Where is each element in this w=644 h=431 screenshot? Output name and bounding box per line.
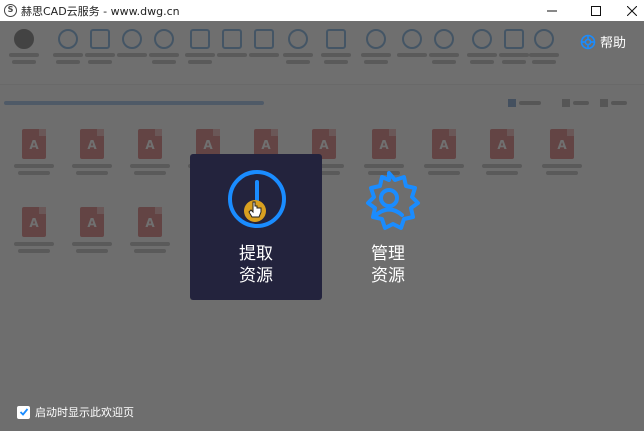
extract-icon [228,170,286,228]
check-icon [19,408,28,416]
show-on-startup-checkbox[interactable] [17,405,30,419]
show-on-startup-option[interactable]: 启动时显示此欢迎页 [17,404,134,420]
maximize-icon [591,5,601,16]
manage-label-line2: 资源 [371,266,405,286]
extract-label-line2: 资源 [239,266,273,286]
show-on-startup-label: 启动时显示此欢迎页 [35,406,134,419]
extract-resources-button[interactable]: 提取 资源 [190,154,322,300]
help-button[interactable]: 帮助 [580,32,626,51]
maximize-button[interactable] [576,0,616,21]
app-icon: S [4,4,17,17]
window-title: 赫思CAD云服务 - www.dwg.cn [21,4,180,18]
minimize-button[interactable] [532,0,572,21]
manage-label-line1: 管理 [371,244,405,264]
title-bar: S 赫思CAD云服务 - www.dwg.cn [0,0,644,21]
help-icon [580,34,596,49]
gear-icon [366,171,420,230]
extract-label-line1: 提取 [239,244,273,264]
minimize-icon [547,10,557,11]
close-button[interactable] [612,0,644,21]
close-icon [627,5,637,16]
help-label: 帮助 [600,36,627,51]
manage-resources-button[interactable]: 管理 资源 [322,154,454,300]
